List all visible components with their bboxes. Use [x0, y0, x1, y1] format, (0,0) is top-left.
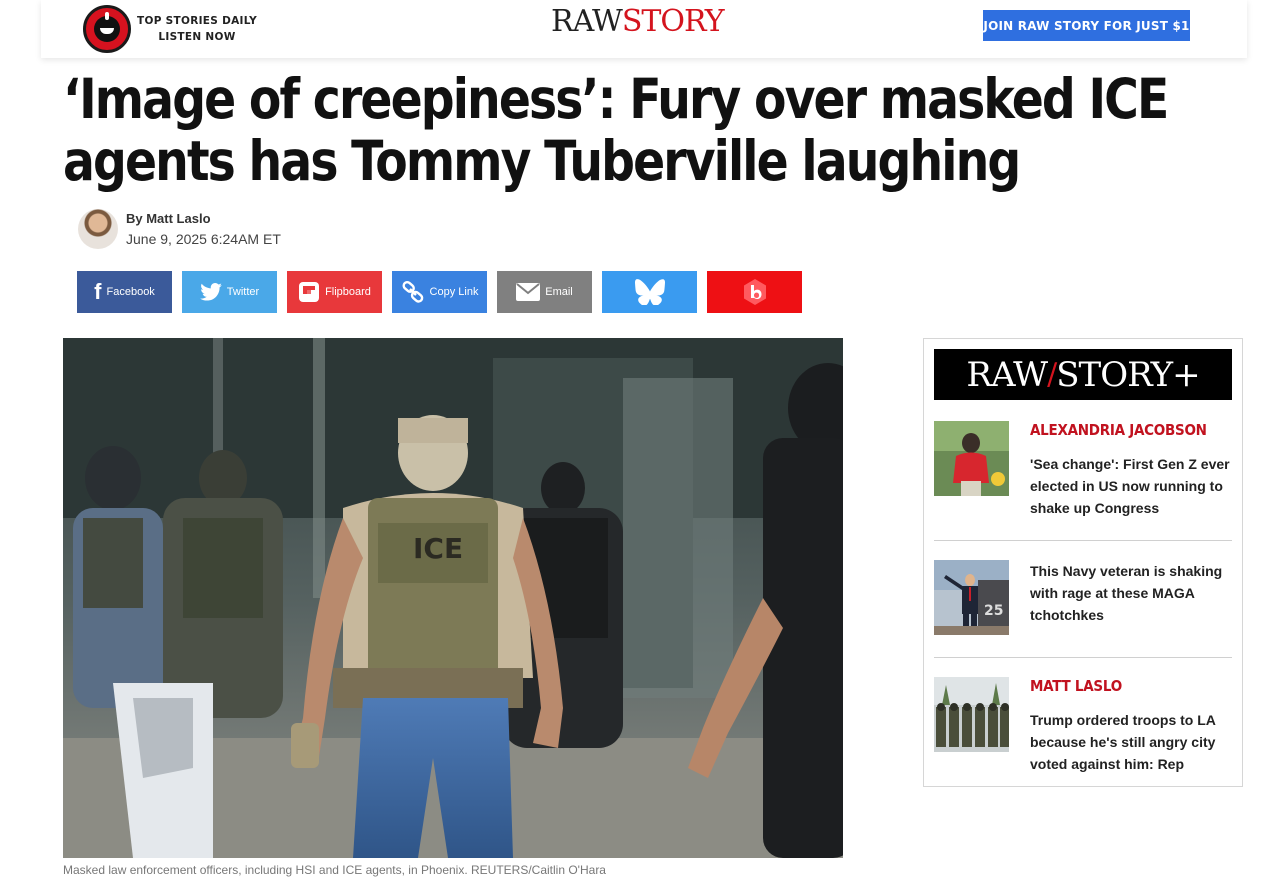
beehiiv-icon: [742, 278, 768, 306]
share-facebook-button[interactable]: f Facebook: [77, 271, 172, 313]
logo-story: STORY: [621, 4, 725, 39]
side-logo-slash: /: [1047, 357, 1057, 392]
photo-illustration: ICE: [63, 338, 843, 858]
svg-text:25: 25: [984, 603, 1003, 619]
sidebar-divider: [934, 657, 1232, 658]
podcast-logo-icon[interactable]: [83, 5, 131, 53]
article-headline: ‘Image of creepiness’: Fury over masked …: [63, 67, 1169, 193]
logo-raw: RAW: [551, 4, 623, 39]
share-email-label: Email: [545, 286, 573, 298]
share-flipboard-label: Flipboard: [325, 286, 371, 298]
share-twitter-button[interactable]: Twitter: [182, 271, 277, 313]
share-email-button[interactable]: Email: [497, 271, 592, 313]
share-facebook-label: Facebook: [106, 286, 155, 298]
share-bluesky-button[interactable]: [602, 271, 697, 313]
copy-link-label: Copy Link: [429, 286, 479, 298]
story-thumbnail: [934, 421, 1009, 496]
article-main-photo[interactable]: ICE: [63, 338, 843, 858]
side-logo-story: STORY+: [1056, 354, 1200, 395]
join-button[interactable]: JOIN RAW STORY FOR JUST $1: [983, 10, 1190, 41]
story-thumbnail: [934, 677, 1009, 752]
bluesky-butterfly-icon: [634, 279, 665, 305]
share-flipboard-button[interactable]: Flipboard: [287, 271, 382, 313]
story-title[interactable]: 'Sea change': First Gen Z ever elected i…: [1030, 453, 1234, 519]
svg-text:ICE: ICE: [413, 532, 463, 565]
rawstory-plus-logo[interactable]: RAW / STORY+: [934, 349, 1232, 400]
podcast-line-1: TOP STORIES DAILY: [137, 15, 257, 27]
story-thumbnail: 25: [934, 560, 1009, 635]
story-author[interactable]: MATT LASLO: [1030, 677, 1122, 695]
share-beehiiv-button[interactable]: [707, 271, 802, 313]
podcast-promo[interactable]: TOP STORIES DAILY LISTEN NOW: [137, 13, 257, 45]
rawstory-plus-sidebar: RAW / STORY+ ALEXANDRIA JACOBSON 'Sea chan…: [923, 338, 1243, 787]
author-byline[interactable]: By Matt Laslo: [126, 211, 211, 226]
share-twitter-label: Twitter: [226, 286, 260, 298]
podcast-line-2: LISTEN NOW: [158, 31, 236, 43]
story-title[interactable]: Trump ordered troops to LA because he's …: [1030, 709, 1234, 775]
story-title[interactable]: This Navy veteran is shaking with rage a…: [1030, 560, 1234, 626]
twitter-bird-icon: [199, 283, 222, 301]
top-header: TOP STORIES DAILY LISTEN NOW RAWSTORY JO…: [41, 0, 1247, 58]
envelope-icon: [516, 283, 541, 301]
flipboard-icon: [298, 281, 320, 303]
side-logo-raw: RAW: [966, 354, 1048, 395]
copy-link-button[interactable]: Copy Link: [392, 271, 487, 313]
photo-caption: Masked law enforcement officers, includi…: [63, 863, 606, 877]
author-avatar[interactable]: [78, 209, 118, 249]
sidebar-divider: [934, 540, 1232, 541]
story-author[interactable]: ALEXANDRIA JACOBSON: [1030, 421, 1207, 439]
link-icon: [401, 280, 425, 304]
facebook-icon: f: [94, 279, 102, 304]
publish-date: June 9, 2025 6:24AM ET: [126, 231, 281, 247]
site-logo[interactable]: RAWSTORY: [551, 4, 725, 39]
